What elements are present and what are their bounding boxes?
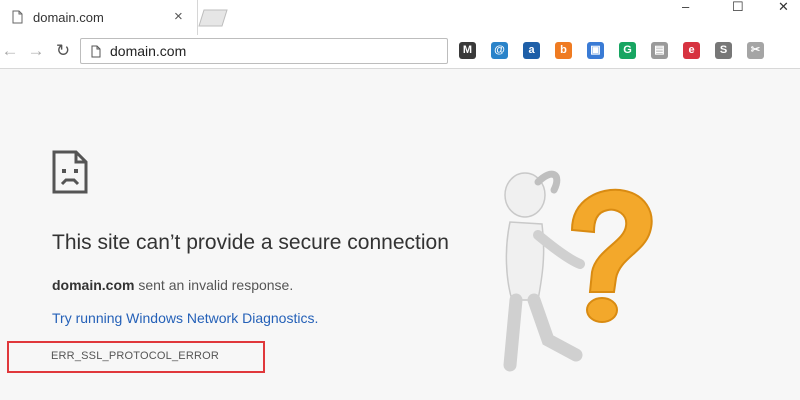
address-bar[interactable]: domain.com (80, 38, 448, 64)
scissors-icon[interactable]: ✂ (747, 42, 764, 59)
error-headline: This site can’t provide a secure connect… (52, 231, 449, 254)
error-code: ERR_SSL_PROTOCOL_ERROR (51, 350, 220, 362)
at-circle-icon[interactable]: a (523, 42, 540, 59)
tab-strip: domain.com × – ☐ ✕ (0, 0, 800, 35)
error-detail: domain.com sent an invalid response. (52, 277, 293, 293)
grammarly-icon[interactable]: G (619, 42, 636, 59)
browser-toolbar: ← → ↻ domain.com M @ a b ▣ G ▤ e S ✂ (0, 35, 800, 69)
sad-document-icon (52, 150, 88, 194)
person-figure-icon (503, 170, 585, 372)
close-window-button[interactable]: ✕ (778, 0, 789, 13)
tab-close-icon[interactable]: × (174, 9, 183, 25)
error-message: sent an invalid response. (134, 277, 294, 293)
maximize-button[interactable]: ☐ (732, 0, 744, 13)
forward-button[interactable]: → (26, 41, 46, 61)
browser-tab[interactable]: domain.com × (0, 0, 198, 35)
s-circle-icon[interactable]: S (715, 42, 732, 59)
page-icon (12, 10, 23, 24)
page-info-icon[interactable] (91, 45, 101, 58)
question-mark-icon (570, 188, 653, 323)
back-button[interactable]: ← (0, 41, 20, 61)
screenshot-icon[interactable]: ▣ (587, 42, 604, 59)
minimize-button[interactable]: – (682, 0, 689, 13)
url-text: domain.com (110, 43, 187, 59)
tab-title: domain.com (33, 10, 104, 25)
red-box-icon[interactable]: e (683, 42, 700, 59)
new-tab-button[interactable] (198, 9, 228, 27)
orange-b-icon[interactable]: b (555, 42, 572, 59)
m-icon[interactable]: M (459, 42, 476, 59)
confused-figure-illustration (503, 170, 653, 372)
gray-doc-icon[interactable]: ▤ (651, 42, 668, 59)
at-blue-icon[interactable]: @ (491, 42, 508, 59)
reload-button[interactable]: ↻ (53, 41, 73, 61)
network-diagnostics-link[interactable]: Try running Windows Network Diagnostics. (52, 310, 318, 326)
error-domain: domain.com (52, 277, 135, 293)
